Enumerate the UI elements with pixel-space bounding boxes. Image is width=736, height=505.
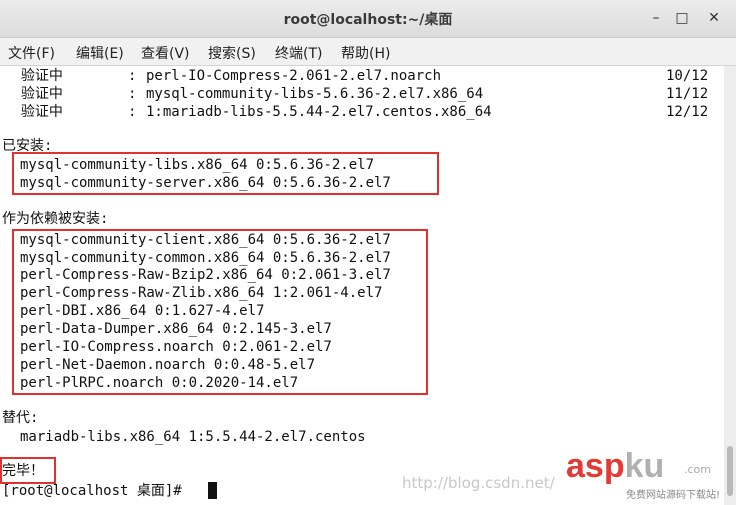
watermark-text: http://blog.csdn.net/ [402, 474, 555, 492]
dep-package: mysql-community-common.x86_64 0:5.6.36-2… [20, 250, 391, 266]
logo-tagline: 免费网站源码下载站! [626, 490, 721, 501]
replaced-header: 替代: [2, 410, 39, 426]
logo-suffix: .com [684, 463, 711, 476]
verify-count: 10/12 [666, 68, 709, 84]
menu-file[interactable]: 文件(F) [8, 43, 55, 63]
verify-package: mysql-community-libs-5.6.36-2.el7.x86_64 [146, 86, 484, 102]
verify-label: 验证中 [4, 86, 63, 102]
verify-count: 11/12 [666, 86, 709, 102]
logo-accent: ku [624, 447, 665, 485]
menu-edit[interactable]: 编辑(E) [76, 43, 124, 63]
menu-bar: 文件(F) 编辑(E) 查看(V) 搜索(S) 终端(T) 帮助(H) [0, 38, 736, 66]
dep-package: perl-Compress-Raw-Zlib.x86_64 1:2.061-4.… [20, 285, 383, 301]
menu-terminal[interactable]: 终端(T) [275, 43, 322, 63]
minimize-button[interactable]: – [646, 8, 666, 28]
verify-count: 12/12 [666, 104, 709, 120]
terminal-output[interactable]: 验证中 : perl-IO-Compress-2.061-2.el7.noarc… [0, 66, 724, 505]
scrollbar[interactable] [724, 66, 736, 505]
dep-package: perl-PlRPC.noarch 0:0.2020-14.el7 [20, 375, 299, 391]
verify-sep: : [128, 104, 137, 120]
dep-package: perl-DBI.x86_64 0:1.627-4.el7 [20, 303, 265, 319]
verify-label: 验证中 [4, 68, 63, 84]
menu-view[interactable]: 查看(V) [141, 43, 190, 63]
verify-package: perl-IO-Compress-2.061-2.el7.noarch [146, 68, 442, 84]
dep-package: mysql-community-client.x86_64 0:5.6.36-2… [20, 232, 391, 248]
dep-package: perl-Data-Dumper.x86_64 0:2.145-3.el7 [20, 321, 332, 337]
maximize-button[interactable]: □ [672, 8, 692, 28]
installed-package: mysql-community-libs.x86_64 0:5.6.36-2.e… [20, 157, 375, 173]
verify-sep: : [128, 86, 137, 102]
text-cursor [208, 482, 217, 499]
close-button[interactable]: ✕ [704, 8, 724, 28]
deps-header: 作为依赖被安装: [2, 211, 109, 227]
dep-package: perl-Compress-Raw-Bzip2.x86_64 0:2.061-3… [20, 267, 391, 283]
title-bar: root@localhost:~/桌面 – □ ✕ [0, 0, 736, 38]
logo-main: asp [566, 447, 625, 485]
menu-help[interactable]: 帮助(H) [341, 43, 390, 63]
dep-package: perl-Net-Daemon.noarch 0:0.48-5.el7 [20, 357, 316, 373]
dep-package: perl-IO-Compress.noarch 0:2.061-2.el7 [20, 339, 332, 355]
verify-package: 1:mariadb-libs-5.5.44-2.el7.centos.x86_6… [146, 104, 492, 120]
window-title: root@localhost:~/桌面 [283, 12, 453, 28]
scrollbar-thumb[interactable] [727, 446, 733, 496]
installed-package: mysql-community-server.x86_64 0:5.6.36-2… [20, 175, 391, 191]
done-message: 完毕！ [2, 463, 44, 479]
site-logo: aspku [566, 448, 664, 484]
verify-sep: : [128, 68, 137, 84]
shell-prompt[interactable]: [root@localhost 桌面]# [2, 482, 190, 500]
verify-label: 验证中 [4, 104, 63, 120]
menu-search[interactable]: 搜索(S) [208, 43, 256, 63]
replaced-package: mariadb-libs.x86_64 1:5.5.44-2.el7.cento… [20, 429, 366, 445]
